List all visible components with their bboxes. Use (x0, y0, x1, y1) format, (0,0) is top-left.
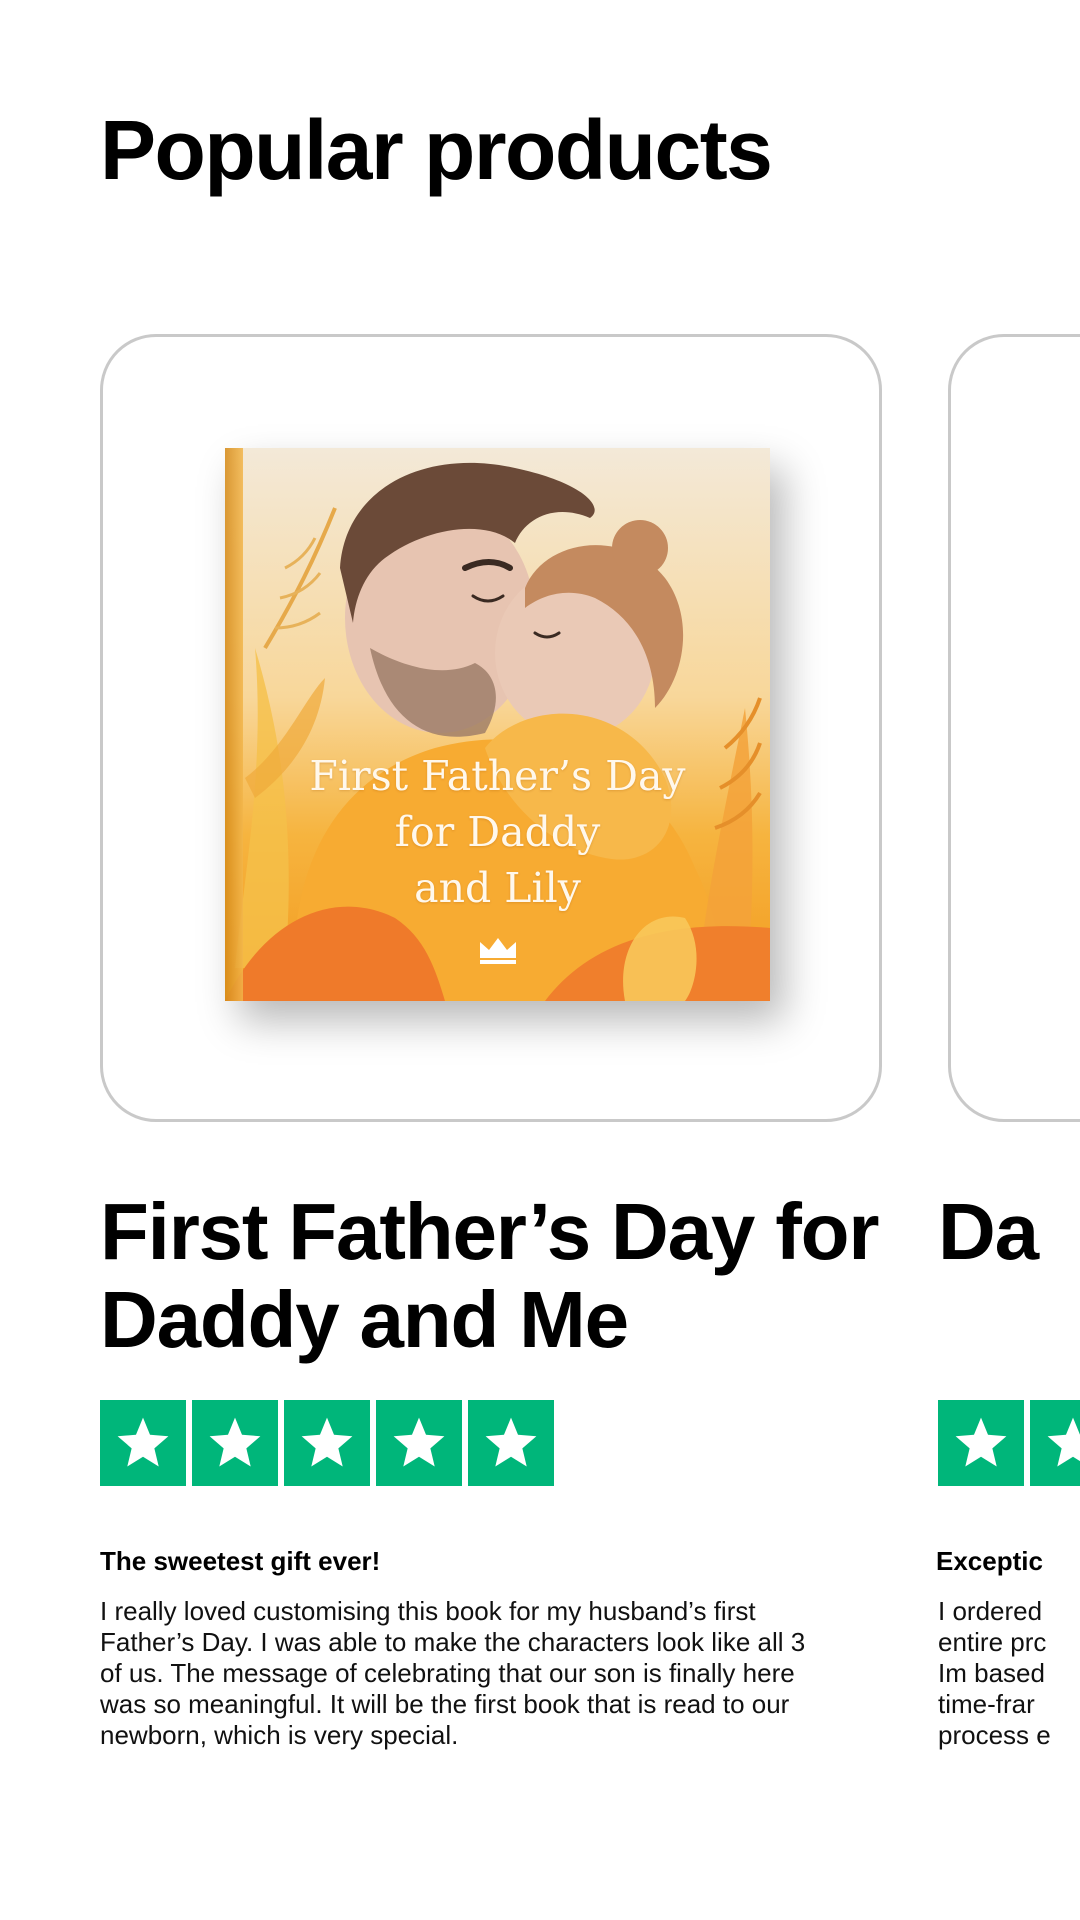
book-cover-image: First Father’s Day for Daddy and Lily (225, 448, 770, 1001)
star-icon (376, 1400, 462, 1486)
star-icon (192, 1400, 278, 1486)
product-image-frame[interactable] (948, 334, 1080, 1122)
review-body: I really loved customising this book for… (100, 1596, 806, 1750)
star-icon (468, 1400, 554, 1486)
product-image-frame[interactable]: First Father’s Day for Daddy and Lily (100, 334, 882, 1122)
book-cover-title: First Father’s Day for Daddy and Lily (309, 752, 686, 912)
star-icon (284, 1400, 370, 1486)
star-icon (100, 1400, 186, 1486)
product-carousel[interactable]: First Father’s Day for Daddy and Lily Fi… (0, 0, 1080, 1920)
product-title[interactable]: Da (938, 1188, 1080, 1276)
star-icon (1030, 1400, 1080, 1486)
product-card[interactable]: Da Exceptic I ordered entire prc Im base… (936, 334, 1080, 1750)
star-icon (938, 1400, 1024, 1486)
popular-products-page: Popular products First Father’s Day for … (0, 0, 1080, 1920)
review-title: The sweetest gift ever! (100, 1546, 381, 1576)
review-body: I ordered entire prc Im based time-frar … (938, 1596, 1051, 1750)
trustpilot-rating (100, 1400, 554, 1486)
review-title: Exceptic (936, 1546, 1043, 1576)
product-card[interactable]: First Father’s Day for Daddy and Lily Fi… (100, 334, 882, 1750)
trustpilot-rating (938, 1400, 1080, 1486)
product-title[interactable]: First Father’s Day for Daddy and Me (100, 1188, 920, 1364)
